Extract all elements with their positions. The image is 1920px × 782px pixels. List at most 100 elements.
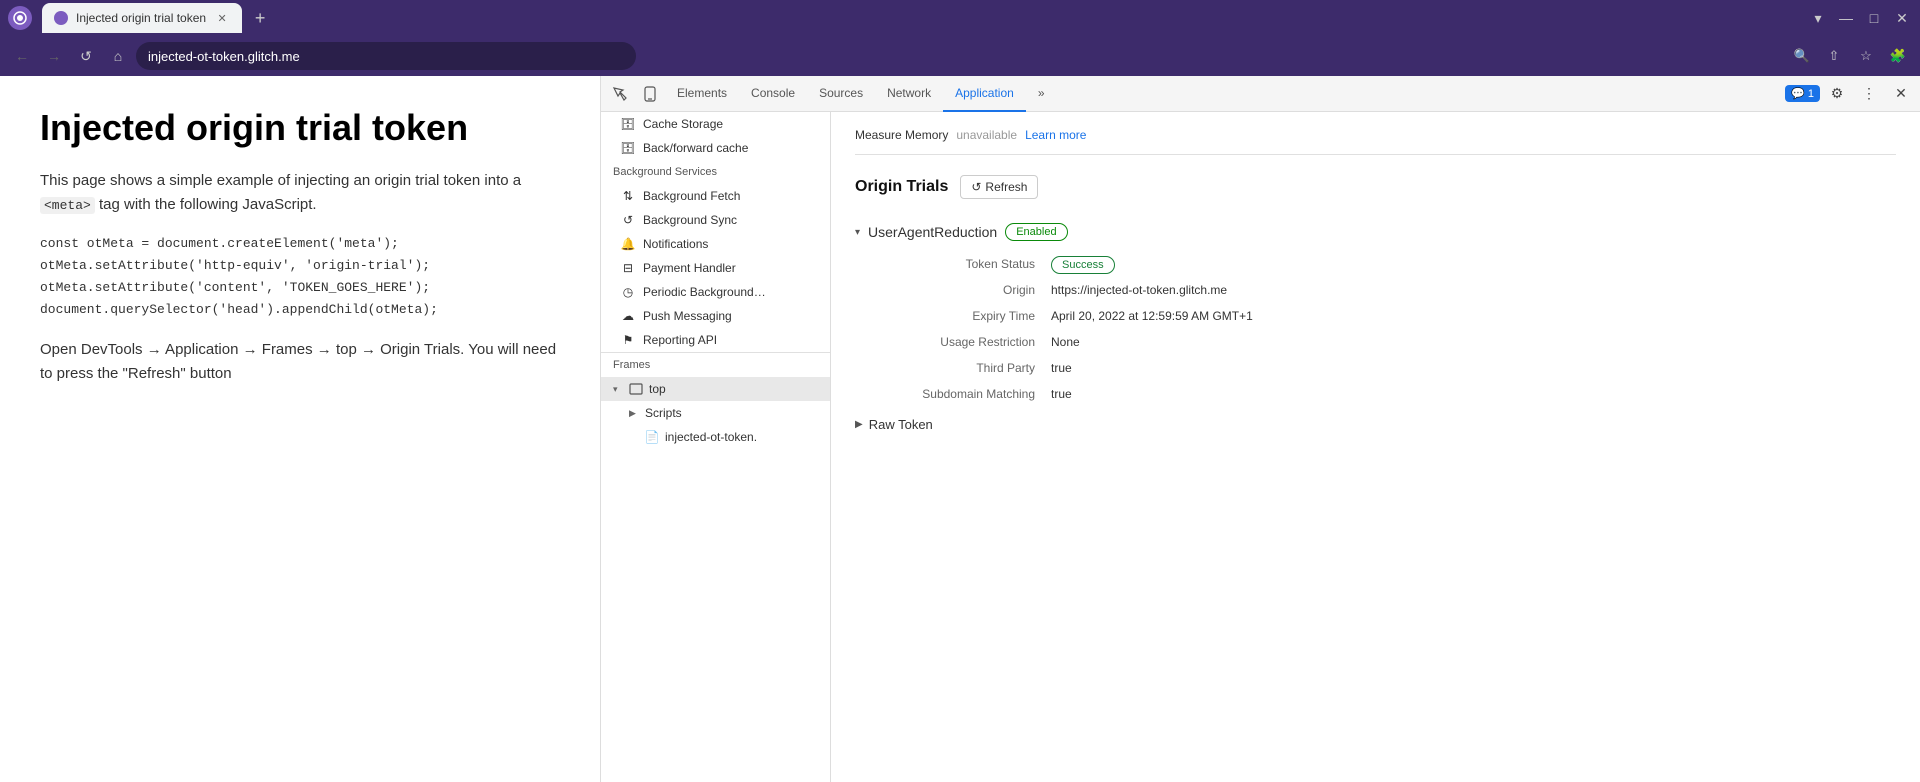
extension-icon[interactable]: 🧩 xyxy=(1884,42,1912,70)
devtools-tabs: Elements Console Sources Network Applica… xyxy=(665,76,1785,112)
devtools-sidebar: 🗄 Cache Storage 🗄 Back/forward cache Bac… xyxy=(601,112,831,782)
back-button[interactable]: ← xyxy=(8,42,36,70)
forward-button[interactable]: → xyxy=(40,42,68,70)
origin-trials-title: Origin Trials xyxy=(855,178,948,196)
trial-collapse-icon[interactable]: ▾ xyxy=(855,227,860,238)
devtools-main-panel: Measure Memory unavailable Learn more Or… xyxy=(831,112,1920,782)
tab-close-button[interactable]: ✕ xyxy=(214,10,230,26)
push-messaging-icon: ☁ xyxy=(621,309,635,323)
tab-list-button[interactable]: ▾ xyxy=(1808,8,1828,28)
frames-item-injected[interactable]: 📄 injected-ot-token. xyxy=(601,425,830,449)
subdomain-value: true xyxy=(1051,387,1896,401)
refresh-button[interactable]: ↺ Refresh xyxy=(960,175,1038,199)
expiry-value: April 20, 2022 at 12:59:59 AM GMT+1 xyxy=(1051,309,1896,323)
top-chevron-icon: ▾ xyxy=(613,384,623,395)
frames-header: Frames xyxy=(601,353,830,377)
frames-section: Frames ▾ top ▶ Scripts xyxy=(601,352,830,449)
sidebar-item-periodic-background[interactable]: ◷ Periodic Background… xyxy=(601,280,830,304)
background-sync-icon: ↺ xyxy=(621,213,635,227)
address-bar-row: ← → ↺ ⌂ 🔍 ⇧ ☆ 🧩 xyxy=(0,36,1920,76)
more-options-icon[interactable]: ⋮ xyxy=(1854,79,1884,109)
trial-header: ▾ UserAgentReduction Enabled xyxy=(855,223,1896,241)
share-icon[interactable]: ⇧ xyxy=(1820,42,1848,70)
cache-storage-icon: 🗄 xyxy=(621,117,635,131)
sidebar-item-back-forward-cache[interactable]: 🗄 Back/forward cache xyxy=(601,136,830,160)
frames-item-scripts[interactable]: ▶ Scripts xyxy=(601,401,830,425)
tab-sources[interactable]: Sources xyxy=(807,76,875,112)
token-status-value: Success xyxy=(1051,257,1896,271)
page-instructions: Open DevTools → Application → Frames → t… xyxy=(40,338,560,386)
maximize-button[interactable]: □ xyxy=(1864,8,1884,28)
tab-network[interactable]: Network xyxy=(875,76,943,112)
origin-trials-header: Origin Trials ↺ Refresh xyxy=(855,175,1896,199)
notifications-icon: 🔔 xyxy=(621,237,635,251)
sidebar-item-reporting-api[interactable]: ⚑ Reporting API xyxy=(601,328,830,352)
raw-token-label: Raw Token xyxy=(869,417,933,432)
reload-button[interactable]: ↺ xyxy=(72,42,100,70)
tab-favicon xyxy=(54,11,68,25)
usage-restriction-value: None xyxy=(1051,335,1896,349)
third-party-label: Third Party xyxy=(871,361,1051,375)
address-input[interactable] xyxy=(136,42,636,70)
code-block: const otMeta = document.createElement('m… xyxy=(40,233,560,321)
expiry-label: Expiry Time xyxy=(871,309,1051,323)
inspect-element-button[interactable] xyxy=(605,79,635,109)
devtools-toolbar: Elements Console Sources Network Applica… xyxy=(601,76,1920,112)
notification-badge[interactable]: 💬 1 xyxy=(1785,85,1820,102)
sidebar-item-background-sync[interactable]: ↺ Background Sync xyxy=(601,208,830,232)
sidebar-item-background-fetch[interactable]: ⇅ Background Fetch xyxy=(601,184,830,208)
close-devtools-button[interactable]: ✕ xyxy=(1886,79,1916,109)
learn-more-link[interactable]: Learn more xyxy=(1025,128,1086,142)
sidebar-item-cache-storage[interactable]: 🗄 Cache Storage xyxy=(601,112,830,136)
settings-icon[interactable]: ⚙ xyxy=(1822,79,1852,109)
periodic-background-icon: ◷ xyxy=(621,285,635,299)
webpage-content: Injected origin trial token This page sh… xyxy=(0,76,600,782)
raw-token-expand-icon[interactable]: ▶ xyxy=(855,419,863,430)
subdomain-label: Subdomain Matching xyxy=(871,387,1051,401)
tab-more[interactable]: » xyxy=(1026,76,1057,112)
trial-section-user-agent: ▾ UserAgentReduction Enabled Token Statu… xyxy=(855,223,1896,432)
page-title: Injected origin trial token xyxy=(40,106,560,149)
devtools-right-icons: 💬 1 ⚙ ⋮ ✕ xyxy=(1785,79,1916,109)
token-status-label: Token Status xyxy=(871,257,1051,271)
enabled-badge: Enabled xyxy=(1005,223,1067,241)
tab-elements[interactable]: Elements xyxy=(665,76,739,112)
frames-item-top[interactable]: ▾ top xyxy=(601,377,830,401)
sidebar-item-notifications[interactable]: 🔔 Notifications xyxy=(601,232,830,256)
page-intro: This page shows a simple example of inje… xyxy=(40,169,560,217)
chat-icon: 💬 xyxy=(1791,87,1805,100)
window-controls: ▾ — □ ✕ xyxy=(1808,8,1912,28)
address-right-icons: 🔍 ⇧ ☆ 🧩 xyxy=(1788,42,1912,70)
browser-logo xyxy=(8,6,32,30)
tab-title: Injected origin trial token xyxy=(76,11,206,25)
device-toolbar-button[interactable] xyxy=(635,79,665,109)
home-button[interactable]: ⌂ xyxy=(104,42,132,70)
tab-console[interactable]: Console xyxy=(739,76,807,112)
minimize-button[interactable]: — xyxy=(1836,8,1856,28)
usage-restriction-label: Usage Restriction xyxy=(871,335,1051,349)
trial-details: Token Status Success Origin https://inje… xyxy=(871,257,1896,401)
frame-icon xyxy=(629,382,643,396)
origin-value: https://injected-ot-token.glitch.me xyxy=(1051,283,1896,297)
devtools-panel: Elements Console Sources Network Applica… xyxy=(600,76,1920,782)
reporting-api-icon: ⚑ xyxy=(621,333,635,347)
raw-token-row[interactable]: ▶ Raw Token xyxy=(855,417,1896,432)
sidebar-item-push-messaging[interactable]: ☁ Push Messaging xyxy=(601,304,830,328)
bookmark-icon[interactable]: ☆ xyxy=(1852,42,1880,70)
refresh-icon: ↺ xyxy=(971,180,981,194)
background-fetch-icon: ⇅ xyxy=(621,189,635,203)
background-services-header: Background Services xyxy=(601,160,830,184)
zoom-icon[interactable]: 🔍 xyxy=(1788,42,1816,70)
devtools-body: 🗄 Cache Storage 🗄 Back/forward cache Bac… xyxy=(601,112,1920,782)
payment-handler-icon: ⊟ xyxy=(621,261,635,275)
third-party-value: true xyxy=(1051,361,1896,375)
active-tab[interactable]: Injected origin trial token ✕ xyxy=(42,3,242,33)
close-button[interactable]: ✕ xyxy=(1892,8,1912,28)
tab-application[interactable]: Application xyxy=(943,76,1026,112)
file-icon: 📄 xyxy=(645,430,659,444)
origin-label: Origin xyxy=(871,283,1051,297)
scripts-chevron-icon: ▶ xyxy=(629,408,639,419)
measure-memory-status: unavailable xyxy=(956,128,1017,142)
sidebar-item-payment-handler[interactable]: ⊟ Payment Handler xyxy=(601,256,830,280)
new-tab-button[interactable]: + xyxy=(246,4,274,32)
